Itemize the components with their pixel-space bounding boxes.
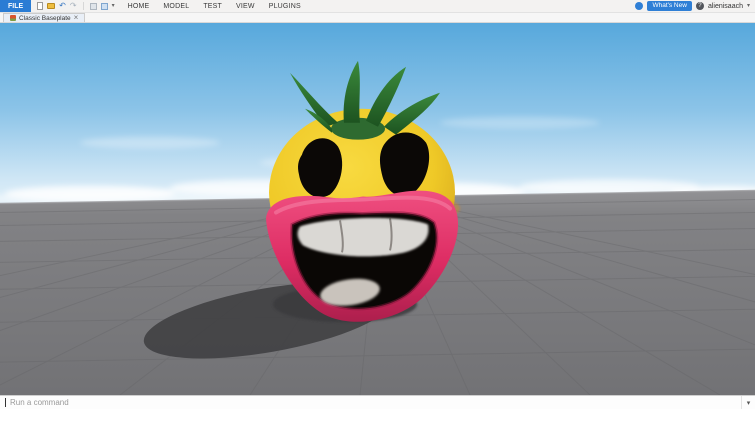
screenshot-icon[interactable]: [89, 2, 97, 10]
menu-test[interactable]: TEST: [196, 0, 229, 12]
viewport-canvas[interactable]: [0, 23, 755, 395]
tab-label: Classic Baseplate: [19, 14, 71, 22]
menu-plugins[interactable]: PLUGINS: [262, 0, 308, 12]
menu-view[interactable]: VIEW: [229, 0, 262, 12]
help-icon[interactable]: ?: [695, 2, 704, 10]
tab-classic-baseplate[interactable]: Classic Baseplate ×: [3, 13, 86, 22]
bottom-spacer: [0, 409, 755, 425]
menu-bar: FILE ↶ ↷ ▾ HOME MODEL TEST VIEW PLUGINS …: [0, 0, 755, 13]
quick-access-toolbar: ↶ ↷ ▾: [31, 2, 120, 10]
menu-home[interactable]: HOME: [121, 0, 157, 12]
undo-icon[interactable]: ↶: [59, 2, 66, 10]
menubar-right-group: What's New ? alienisaach ▾: [635, 1, 755, 11]
username-label[interactable]: alienisaach: [708, 3, 743, 10]
announcement-icon[interactable]: [635, 2, 644, 10]
redo-icon[interactable]: ↷: [70, 2, 77, 10]
new-file-icon[interactable]: [37, 2, 44, 10]
record-video-icon[interactable]: [100, 2, 108, 10]
viewport-3d[interactable]: [0, 23, 755, 395]
command-bar: ▾: [0, 395, 755, 409]
document-tab-bar: Classic Baseplate ×: [0, 13, 755, 23]
command-input[interactable]: [6, 396, 741, 409]
open-file-icon[interactable]: [47, 3, 56, 9]
toolbar-divider: [82, 2, 84, 10]
character-teeth: [297, 217, 429, 257]
toolbar-chevron-down-icon[interactable]: ▾: [112, 3, 115, 9]
whats-new-button[interactable]: What's New: [647, 1, 692, 11]
file-menu-button[interactable]: FILE: [0, 0, 32, 12]
menu-model[interactable]: MODEL: [156, 0, 196, 12]
user-chevron-down-icon[interactable]: ▾: [747, 3, 750, 9]
tab-close-icon[interactable]: ×: [74, 14, 79, 22]
place-icon: [10, 15, 16, 21]
command-history-chevron-down-icon[interactable]: ▾: [741, 396, 755, 409]
